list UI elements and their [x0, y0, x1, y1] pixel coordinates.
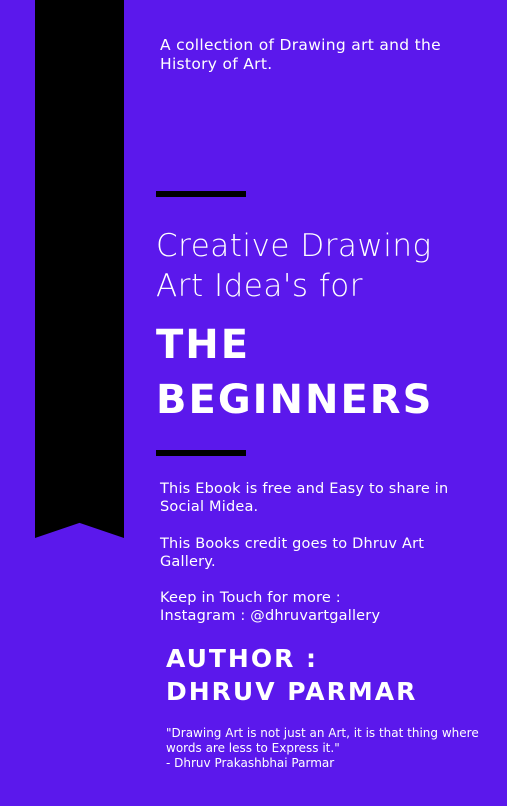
author-name: DHRUV PARMAR [166, 677, 418, 706]
bookmark-ribbon [35, 0, 124, 538]
quote-text: "Drawing Art is not just an Art, it is t… [166, 726, 479, 755]
subtitle-line-1: Creative Drawing [156, 228, 432, 264]
title-line-2: BEGINNERS [156, 377, 434, 423]
author-block: AUTHOR : DHRUV PARMAR [166, 642, 496, 708]
contact-label: Keep in Touch for more : [160, 590, 341, 606]
author-quote: "Drawing Art is not just an Art, it is t… [166, 726, 486, 771]
title-line-1: THE [156, 322, 251, 368]
info-credit: This Books credit goes to Dhruv Art Gall… [160, 536, 425, 570]
info-free-share: This Ebook is free and Easy to share in … [160, 481, 449, 515]
quote-attribution: - Dhruv Prakashbhai Parmar [166, 756, 335, 770]
subtitle-line-2: Art Idea's for [156, 268, 364, 304]
divider-top [156, 191, 246, 197]
info-contact: Keep in Touch for more : Instagram : @dh… [160, 589, 480, 625]
cover-subtitle: Creative Drawing Art Idea's for [156, 226, 496, 306]
cover-tagline: A collection of Drawing art and the Hist… [160, 36, 441, 73]
instagram-handle: Instagram : @dhruvartgallery [160, 608, 381, 624]
cover-title: THE BEGINNERS [156, 318, 496, 428]
author-label: AUTHOR : [166, 644, 319, 673]
divider-bottom [156, 450, 246, 456]
